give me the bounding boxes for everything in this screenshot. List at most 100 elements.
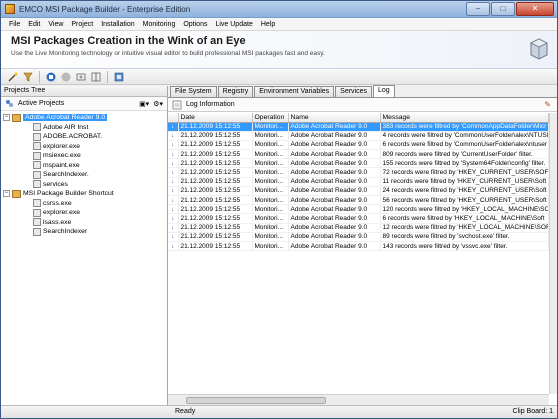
log-row[interactable]: ↓ 21.12.2009 15:12:55 Monitori... Adobe Acr… (168, 241, 549, 252)
info-icon: ↓ (168, 167, 179, 178)
column-header-message[interactable]: Message (380, 113, 549, 123)
process-icon (33, 180, 41, 189)
tree-item-label: lsass.exe (43, 218, 72, 226)
process-icon (33, 151, 41, 160)
active-projects-label: Active Projects (18, 100, 65, 107)
settings-icon[interactable]: ⚙▾ (153, 100, 163, 108)
log-row[interactable]: ↓ 21.12.2009 15:12:55 Monitori... Adobe Acr… (168, 131, 549, 141)
menu-view[interactable]: View (44, 21, 67, 28)
log-row[interactable]: ↓ 21.12.2009 15:12:55 Monitori... Adobe Acr… (168, 204, 549, 215)
log-cell-date: 21.12.2009 15:12:55 (178, 177, 253, 187)
log-row[interactable]: ↓ 21.12.2009 15:12:55 Monitori... Adobe Acr… (168, 177, 549, 187)
menu-edit[interactable]: Edit (24, 21, 44, 28)
monitor-start-icon[interactable] (45, 71, 57, 83)
log-cell-date: 21.12.2009 15:12:55 (178, 167, 253, 178)
horizontal-scroll-thumb[interactable] (186, 397, 326, 404)
log-cell-name: Adobe Acrobat Reader 9.0 (288, 158, 381, 169)
log-cell-operation: Monitori... (252, 232, 289, 242)
process-icon (33, 132, 41, 141)
log-cell-operation: Monitori... (252, 213, 289, 224)
collapse-icon[interactable]: − (3, 190, 10, 198)
projects-panel-header: Projects Tree (1, 86, 167, 97)
tree-item[interactable]: lsass.exe (3, 218, 167, 228)
log-cell-date: 21.12.2009 15:12:55 (178, 195, 253, 206)
log-row[interactable]: ↓ 21.12.2009 15:12:55 Monitori... Adobe Acr… (168, 213, 549, 224)
log-cell-name: Adobe Acrobat Reader 9.0 (288, 122, 381, 132)
compare-icon[interactable] (90, 71, 102, 83)
log-cell-operation: Monitori... (252, 122, 289, 132)
log-row[interactable]: ↓ 21.12.2009 15:12:55 Monitori... Adobe Acr… (168, 223, 549, 233)
close-button[interactable]: ✕ (516, 2, 554, 16)
collapse-icon[interactable]: − (3, 114, 10, 122)
info-icon: ↓ (168, 122, 179, 132)
tree-project-node[interactable]: − MSI Package Builder Shortcut (3, 189, 167, 199)
menu-live-update[interactable]: Live Update (211, 21, 256, 28)
tab-file-system[interactable]: File System (170, 86, 217, 97)
vertical-scrollbar[interactable] (549, 113, 557, 394)
tree-project-node[interactable]: − Adobe Acrobat Reader 9.0 (3, 113, 167, 123)
tab-environment-variables[interactable]: Environment Variables (254, 86, 335, 97)
tree-item[interactable]: SearchIndexer. (3, 170, 167, 180)
tree-item[interactable]: explorer.exe (3, 142, 167, 152)
tree-item[interactable]: services (3, 180, 167, 190)
menu-monitoring[interactable]: Monitoring (139, 21, 180, 28)
wand-icon[interactable] (7, 71, 19, 83)
maximize-button[interactable]: □ (491, 2, 515, 16)
log-row[interactable]: ↓ 21.12.2009 15:12:55 Monitori... Adobe Acr… (168, 232, 549, 242)
title-bar[interactable]: EMCO MSI Package Builder - Enterprise Ed… (1, 1, 557, 18)
info-icon: ↓ (168, 158, 179, 169)
tree-item[interactable]: csrss.exe (3, 199, 167, 209)
build-icon[interactable] (113, 71, 125, 83)
tree-item-label: msiexec.exe (43, 152, 81, 160)
process-icon (33, 218, 41, 227)
filter-icon[interactable] (22, 71, 34, 83)
column-header-icon[interactable] (168, 113, 179, 123)
log-cell-date: 21.12.2009 15:12:55 (178, 223, 253, 233)
process-icon (33, 170, 41, 179)
column-header-operation[interactable]: Operation (252, 113, 289, 123)
tree-item[interactable]: mspaint.exe (3, 161, 167, 171)
clear-log-icon[interactable]: ✎ (544, 100, 551, 109)
projects-panel: Projects Tree Active Projects ▣▾ ⚙▾ − Ad… (1, 86, 168, 405)
column-header-date[interactable]: Date (178, 113, 253, 123)
tree-project-label: Adobe Acrobat Reader 9.0 (23, 114, 108, 122)
log-row[interactable]: ↓ 21.12.2009 15:12:55 Monitori... Adobe Acr… (168, 149, 549, 160)
tab-services[interactable]: Services (335, 86, 372, 97)
info-icon: ↓ (168, 186, 179, 197)
horizontal-scrollbar[interactable] (168, 394, 549, 405)
log-row[interactable]: ↓ 21.12.2009 15:12:55 Monitori... Adobe Acr… (168, 167, 549, 178)
minimize-button[interactable]: – (466, 2, 490, 16)
monitor-stop-icon[interactable] (60, 71, 72, 83)
log-cell-name: Adobe Acrobat Reader 9.0 (288, 223, 381, 233)
tab-bar: File System Registry Environment Variabl… (168, 85, 557, 98)
log-row[interactable]: ↓ 21.12.2009 15:12:55 Monitori... Adobe Acr… (168, 195, 549, 206)
log-row[interactable]: ↓ 21.12.2009 15:12:55 Monitori... Adobe Acr… (168, 158, 549, 169)
tab-registry[interactable]: Registry (217, 86, 254, 97)
log-cell-message: 383 records were filtred by 'CommonAppDa… (380, 122, 549, 132)
menu-installation[interactable]: Installation (97, 21, 138, 28)
log-row[interactable]: ↓ 21.12.2009 15:12:55 Monitori... Adobe Acr… (168, 140, 549, 151)
info-icon: ↓ (168, 177, 179, 187)
menu-help[interactable]: Help (257, 21, 279, 28)
log-cell-date: 21.12.2009 15:12:55 (178, 158, 253, 169)
tree-item[interactable]: SearchIndexer (3, 227, 167, 237)
log-cell-date: 21.12.2009 15:12:55 (178, 140, 253, 151)
info-icon: ↓ (168, 213, 179, 224)
menu-file[interactable]: File (5, 21, 24, 28)
log-cell-date: 21.12.2009 15:12:55 (178, 122, 253, 132)
log-row[interactable]: ↓ 21.12.2009 15:12:55 Monitori... Adobe Acr… (168, 122, 549, 132)
log-row[interactable]: ↓ 21.12.2009 15:12:55 Monitori... Adobe Acr… (168, 186, 549, 197)
capture-icon[interactable] (75, 71, 87, 83)
tab-log[interactable]: Log (373, 85, 395, 97)
info-icon: ↓ (168, 223, 179, 233)
tree-item[interactable]: ADOBE.ACROBAT. (3, 132, 167, 142)
tree-item[interactable]: Adobe AIR Inst (3, 123, 167, 133)
tree-item[interactable]: explorer.exe (3, 208, 167, 218)
column-header-name[interactable]: Name (288, 113, 381, 123)
tree-item[interactable]: msiexec.exe (3, 151, 167, 161)
menu-options[interactable]: Options (179, 21, 211, 28)
menu-project[interactable]: Project (67, 21, 97, 28)
log-cell-message: 4 records were filtred by 'CommonUserFol… (380, 131, 549, 141)
new-project-icon[interactable]: ▣▾ (139, 100, 149, 108)
log-cell-date: 21.12.2009 15:12:55 (178, 149, 253, 160)
